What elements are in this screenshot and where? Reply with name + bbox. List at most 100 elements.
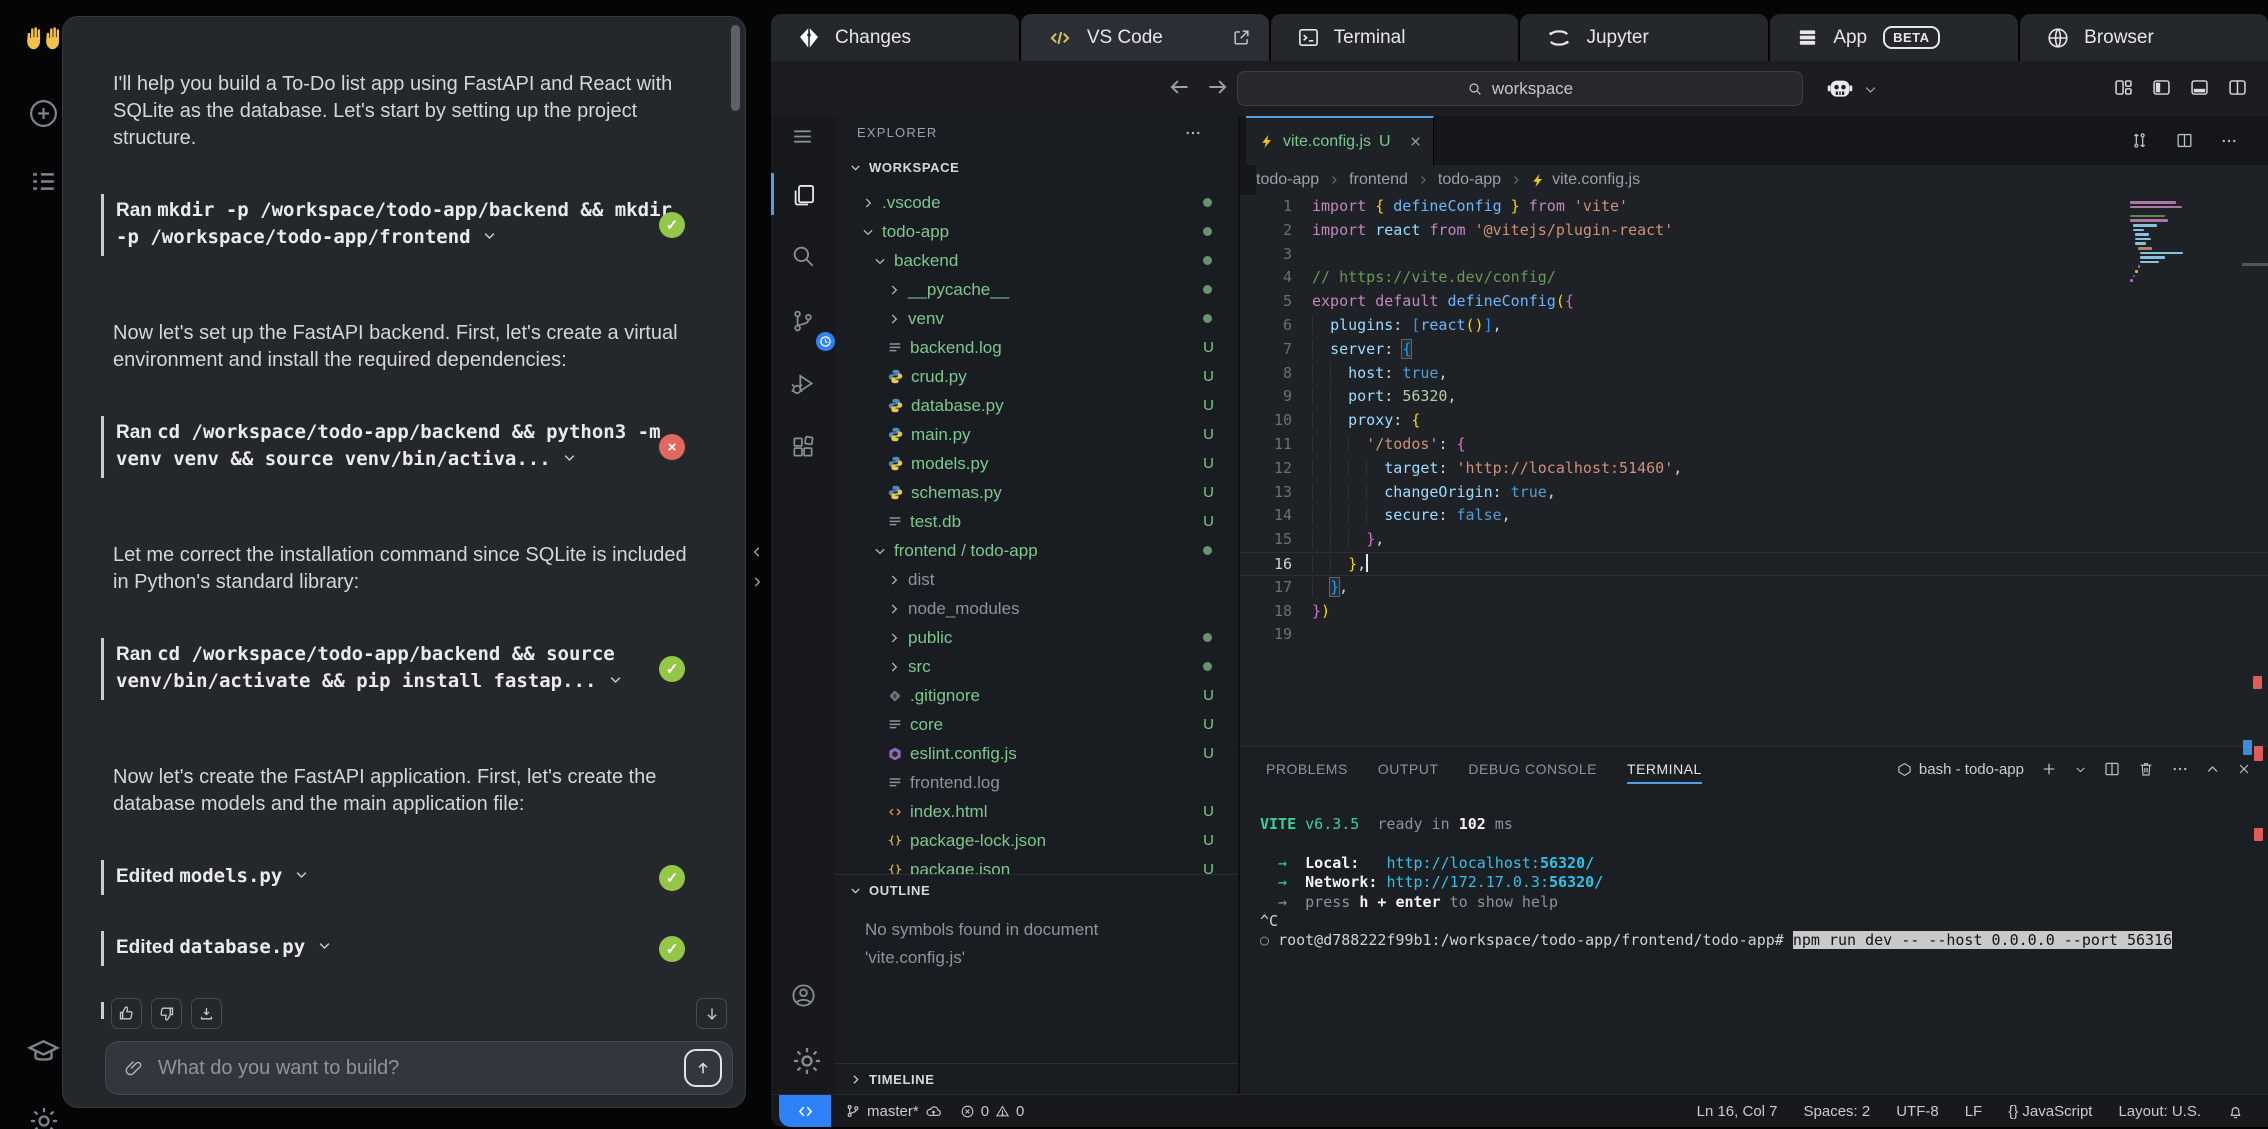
remote-indicator[interactable] <box>779 1095 831 1127</box>
docs-learn-icon[interactable] <box>26 1034 61 1069</box>
tab-jupyter[interactable]: Jupyter <box>1520 14 1768 61</box>
manage-icon[interactable] <box>790 1044 824 1078</box>
notifications-bell-icon[interactable] <box>2227 1103 2244 1120</box>
panel-tab-problems[interactable]: PROBLEMS <box>1266 747 1348 791</box>
tree-item-todo-app[interactable]: todo-app <box>835 217 1238 246</box>
tree-item-venv[interactable]: venv <box>835 304 1238 333</box>
more-actions-icon[interactable] <box>2220 132 2238 150</box>
chat-scrollbar[interactable] <box>731 25 740 111</box>
breadcrumb-item[interactable]: todo-app <box>1256 171 1319 189</box>
menu-icon[interactable] <box>790 124 815 149</box>
toggle-right-panel-icon[interactable] <box>2227 77 2248 98</box>
problems-indicator[interactable]: 0 0 <box>960 1103 1025 1120</box>
back-icon[interactable] <box>1167 74 1193 100</box>
tree-item-vscode[interactable]: .vscode <box>835 188 1238 217</box>
toggle-bottom-panel-icon[interactable] <box>2189 77 2210 98</box>
explorer-icon[interactable] <box>790 182 817 209</box>
minimap[interactable] <box>2130 201 2242 288</box>
status-item-lf[interactable]: LF <box>1965 1103 1983 1120</box>
source-control-icon[interactable] <box>790 308 816 334</box>
tab-browser[interactable]: Browser <box>2020 14 2268 61</box>
collapse-left-icon[interactable] <box>750 542 764 562</box>
tree-item-backend[interactable]: backend <box>835 246 1238 275</box>
panel-tab-terminal[interactable]: TERMINAL <box>1627 747 1702 791</box>
expand-icon[interactable] <box>482 228 497 243</box>
workspace-search[interactable]: workspace <box>1237 71 1803 106</box>
tree-item-package-lock-json[interactable]: package-lock.jsonU <box>835 826 1238 855</box>
tree-item-src[interactable]: src <box>835 652 1238 681</box>
maximize-panel-icon[interactable] <box>2205 762 2220 777</box>
toggle-left-panel-icon[interactable] <box>2151 77 2172 98</box>
run-debug-icon[interactable] <box>790 371 816 397</box>
panel-tab-output[interactable]: OUTPUT <box>1378 747 1439 791</box>
conversation-list-icon[interactable] <box>28 166 59 197</box>
tree-item-index-html[interactable]: index.htmlU <box>835 797 1238 826</box>
terminal-output[interactable]: VITE v6.3.5 ready in 102 ms → Local: htt… <box>1260 815 2234 1095</box>
export-button[interactable] <box>191 998 222 1029</box>
send-button[interactable] <box>684 1049 722 1087</box>
thumbs-up-button[interactable] <box>111 998 142 1029</box>
new-conversation-icon[interactable] <box>27 97 60 130</box>
tree-item-crud-py[interactable]: crud.pyU <box>835 362 1238 391</box>
split-terminal-icon[interactable] <box>2103 760 2121 778</box>
breadcrumb-item[interactable]: vite.config.js <box>1531 171 1640 189</box>
tree-item-eslint-config-js[interactable]: eslint.config.jsU <box>835 739 1238 768</box>
tree-item-public[interactable]: public <box>835 623 1238 652</box>
expand-right-icon[interactable] <box>750 572 764 592</box>
chat-edit-block[interactable]: Edited database.py ✓ <box>101 931 685 966</box>
attach-paperclip-icon[interactable] <box>124 1058 144 1078</box>
tree-item-frontend-todo-app[interactable]: frontend / todo-app <box>835 536 1238 565</box>
chat-input[interactable] <box>156 1056 684 1081</box>
new-terminal-icon[interactable] <box>2040 760 2058 778</box>
panel-tab-debug-console[interactable]: DEBUG CONSOLE <box>1468 747 1597 791</box>
expand-icon[interactable] <box>294 867 309 882</box>
more-actions-icon[interactable] <box>2171 760 2189 778</box>
code-editor[interactable]: 1import { defineConfig } from 'vite'2imp… <box>1240 195 2268 746</box>
status-item-ln-16-col-7[interactable]: Ln 16, Col 7 <box>1697 1103 1778 1120</box>
kill-terminal-icon[interactable] <box>2137 760 2155 778</box>
chat-command-block[interactable]: Ran mkdir -p /workspace/todo-app/backend… <box>101 194 685 256</box>
forward-icon[interactable] <box>1204 74 1230 100</box>
tree-item-schemas-py[interactable]: schemas.pyU <box>835 478 1238 507</box>
tab-terminal[interactable]: Terminal <box>1271 14 1519 61</box>
tree-item-core[interactable]: coreU <box>835 710 1238 739</box>
breadcrumb-item[interactable]: todo-app <box>1438 171 1501 189</box>
search-icon[interactable] <box>790 243 816 269</box>
tree-item-main-py[interactable]: main.pyU <box>835 420 1238 449</box>
timeline-header[interactable]: TIMELINE <box>835 1064 1238 1087</box>
tree-item-dist[interactable]: dist <box>835 565 1238 594</box>
tree-item-pycache[interactable]: __pycache__ <box>835 275 1238 304</box>
customize-layout-icon[interactable] <box>2113 77 2134 98</box>
tree-item-package-json[interactable]: package.jsonU <box>835 855 1238 874</box>
close-icon[interactable] <box>1408 134 1423 149</box>
tree-item-backend-log[interactable]: backend.logU <box>835 333 1238 362</box>
workspace-section-header[interactable]: WORKSPACE <box>849 160 959 175</box>
tree-item-models-py[interactable]: models.pyU <box>835 449 1238 478</box>
tree-item-frontend-log[interactable]: frontend.log <box>835 768 1238 797</box>
status-item-javascript[interactable]: {} JavaScript <box>2008 1103 2092 1120</box>
chat-edit-block[interactable]: Edited models.py ✓ <box>101 860 685 895</box>
outline-header[interactable]: OUTLINE <box>835 875 1238 898</box>
tab-app[interactable]: AppBETA <box>1770 14 2018 61</box>
chat-command-block[interactable]: Ran cd /workspace/todo-app/backend && so… <box>101 638 685 700</box>
expand-icon[interactable] <box>608 672 623 687</box>
tab-vs-code[interactable]: VS Code <box>1021 14 1269 61</box>
tab-changes[interactable]: Changes <box>771 14 1019 61</box>
expand-icon[interactable] <box>562 450 577 465</box>
tree-item-node-modules[interactable]: node_modules <box>835 594 1238 623</box>
editor-scrollbar[interactable] <box>2242 263 2268 266</box>
more-actions-icon[interactable] <box>1184 124 1202 142</box>
branch-indicator[interactable]: master* <box>845 1103 942 1120</box>
accounts-icon[interactable] <box>790 982 817 1009</box>
tree-item-test-db[interactable]: test.dbU <box>835 507 1238 536</box>
scroll-to-bottom-button[interactable] <box>696 998 727 1029</box>
status-item-utf-8[interactable]: UTF-8 <box>1896 1103 1939 1120</box>
status-item-spaces-2[interactable]: Spaces: 2 <box>1804 1103 1871 1120</box>
terminal-instance[interactable]: bash - todo-app <box>1897 761 2024 778</box>
extensions-icon[interactable] <box>790 434 816 460</box>
split-editor-icon[interactable] <box>2175 131 2194 150</box>
settings-icon[interactable] <box>27 1104 61 1129</box>
chevron-down-icon[interactable] <box>1863 82 1878 97</box>
editor-tab-vite-config[interactable]: vite.config.js U <box>1246 116 1434 165</box>
tree-item-gitignore[interactable]: .gitignoreU <box>835 681 1238 710</box>
